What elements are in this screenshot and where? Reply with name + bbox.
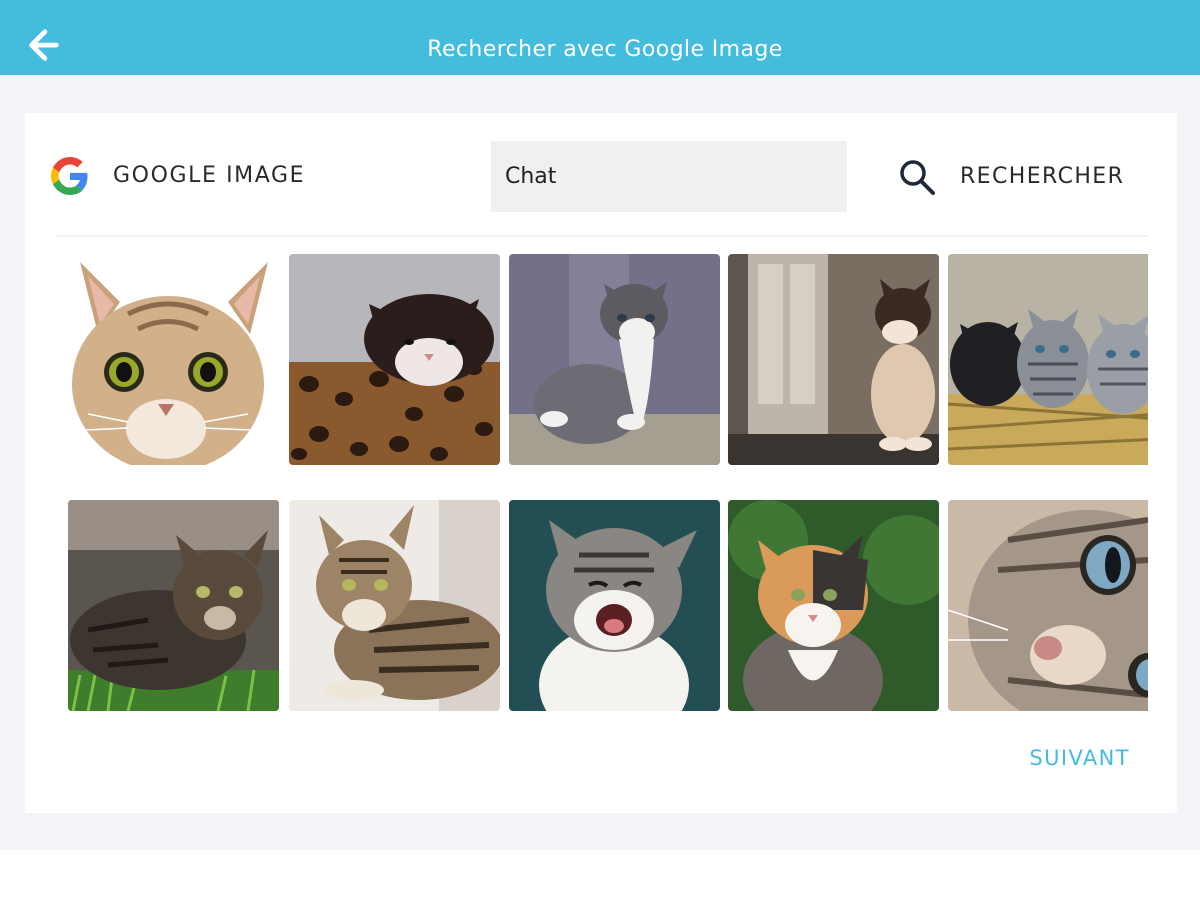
divider bbox=[57, 235, 1147, 237]
result-image-3[interactable] bbox=[509, 254, 720, 465]
google-g-icon bbox=[51, 157, 88, 195]
cat-photo bbox=[289, 500, 500, 711]
search-button-label: RECHERCHER bbox=[960, 164, 1125, 189]
result-image-2[interactable] bbox=[289, 254, 500, 465]
search-input[interactable] bbox=[491, 141, 847, 212]
cat-photo bbox=[509, 500, 720, 711]
google-image-label: GOOGLE IMAGE bbox=[113, 163, 306, 188]
cat-photo bbox=[728, 500, 939, 711]
next-button[interactable]: SUIVANT bbox=[1010, 740, 1130, 776]
cat-photo bbox=[948, 500, 1148, 711]
result-image-8[interactable] bbox=[509, 500, 720, 711]
cat-photo bbox=[68, 254, 279, 465]
image-results-grid bbox=[68, 254, 1148, 714]
cat-photo bbox=[728, 254, 939, 465]
top-app-bar: Rechercher avec Google Image bbox=[0, 0, 1200, 75]
cat-photo bbox=[289, 254, 500, 465]
search-button[interactable]: RECHERCHER bbox=[895, 155, 1135, 199]
result-image-9[interactable] bbox=[728, 500, 939, 711]
result-image-5[interactable] bbox=[948, 254, 1148, 465]
result-image-4[interactable] bbox=[728, 254, 939, 465]
result-image-10[interactable] bbox=[948, 500, 1148, 711]
result-image-6[interactable] bbox=[68, 500, 279, 711]
cat-photo bbox=[68, 500, 279, 711]
result-image-1[interactable] bbox=[68, 254, 279, 465]
cat-photo bbox=[509, 254, 720, 465]
magnifier-icon bbox=[900, 160, 935, 195]
result-image-7[interactable] bbox=[289, 500, 500, 711]
cat-photo bbox=[948, 254, 1148, 465]
